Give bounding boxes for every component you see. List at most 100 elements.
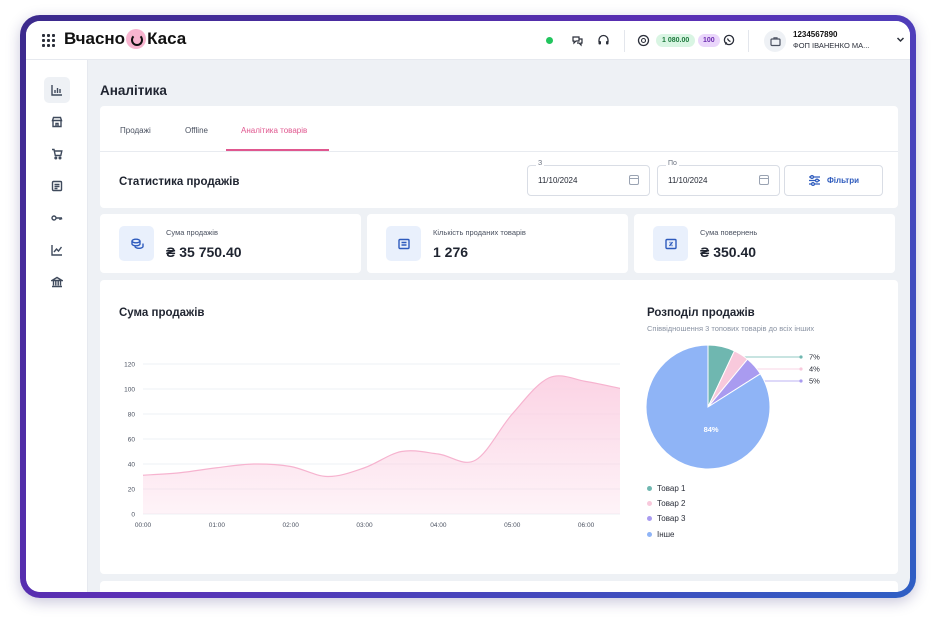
date-from-value: 11/10/2024 — [538, 176, 578, 185]
kpi-value: ₴ 35 750.40 — [166, 244, 242, 260]
app-logo[interactable]: Вчасно Каса — [64, 29, 186, 49]
calendar-icon[interactable] — [759, 175, 769, 185]
top-bar: Вчасно Каса 1 080.00 100 1234567890 ФОП … — [26, 21, 910, 60]
kpi-label: Сума повернень — [700, 228, 758, 237]
tab-offline[interactable]: Offline — [185, 126, 208, 135]
pie-chart-title: Розподіл продажів — [647, 307, 755, 319]
pie-leader-dot — [799, 379, 803, 383]
viber-icon[interactable] — [722, 33, 736, 47]
kpi-value: ₴ 350.40 — [700, 244, 757, 260]
x-tick-label: 04:00 — [430, 522, 447, 529]
sidebar-item-store[interactable] — [44, 109, 70, 135]
cart-icon — [52, 148, 63, 160]
topbar-divider — [624, 30, 625, 52]
kpi-returns-sum: Сума повернень ₴ 350.40 — [634, 214, 895, 273]
store-icon — [51, 116, 63, 128]
account-id[interactable]: 1234567890 — [793, 30, 838, 39]
coins-icon — [119, 226, 154, 261]
tabs-divider — [100, 151, 898, 152]
x-tick-label: 02:00 — [283, 522, 300, 529]
kpi-sales-sum: Сума продажів ₴ 35 750.40 — [100, 214, 361, 273]
sidebar-item-trends[interactable] — [44, 237, 70, 263]
sidebar-item-cart[interactable] — [44, 141, 70, 167]
logo-text-right: Каса — [147, 29, 187, 48]
pie-leader-dot — [799, 367, 803, 371]
y-tick-label: 100 — [124, 387, 135, 394]
legend-swatch — [647, 501, 652, 506]
charts-card: Сума продажів 0 20 40 60 80 100 120 00:00 01:00 0… — [100, 280, 898, 574]
x-tick-label: 05:00 — [504, 522, 521, 529]
y-tick-label: 80 — [128, 412, 136, 419]
x-tick-label: 03:00 — [356, 522, 373, 529]
y-tick-label: 40 — [128, 462, 136, 469]
sidebar-item-keys[interactable] — [44, 205, 70, 231]
support-chat-icon[interactable] — [570, 33, 584, 47]
date-to-label: По — [666, 160, 679, 167]
legend-label: Інше — [657, 530, 675, 539]
balance-badge[interactable]: 1 080.00 — [656, 34, 696, 47]
key-icon — [51, 215, 63, 221]
filters-button[interactable]: Фільтри — [784, 165, 883, 196]
date-to-value: 11/10/2024 — [668, 176, 708, 185]
bank-icon — [51, 276, 63, 288]
y-tick-label: 60 — [128, 437, 136, 444]
x-tick-label: 01:00 — [209, 522, 226, 529]
logo-mark-icon — [126, 29, 147, 49]
analytics-icon — [51, 85, 62, 96]
calendar-icon[interactable] — [629, 175, 639, 185]
app-screen: Вчасно Каса 1 080.00 100 1234567890 ФОП … — [26, 21, 910, 592]
y-tick-label: 120 — [124, 362, 135, 369]
sidebar-item-bank[interactable] — [44, 269, 70, 295]
legend-label: Товар 1 — [657, 484, 686, 493]
filters-card: Продажі Offline Аналітика товарів Статис… — [100, 106, 898, 208]
sales-pie-chart: 7% 4% 5% 84% — [645, 344, 820, 470]
sliders-icon — [808, 175, 820, 186]
pie-data-label: 5% — [809, 377, 820, 386]
briefcase-icon[interactable] — [764, 30, 786, 52]
count-badge[interactable]: 100 — [698, 34, 720, 47]
pie-chart-subtitle: Співвідношення 3 топових товарів до всіх… — [647, 324, 815, 333]
legend-label: Товар 2 — [657, 499, 686, 508]
trend-icon — [51, 245, 63, 256]
kpi-label: Кількість проданих товарів — [433, 228, 526, 237]
topbar-divider — [748, 30, 749, 52]
coin-icon — [636, 33, 650, 47]
kpi-value: 1 276 — [433, 244, 469, 260]
chevron-down-icon[interactable] — [896, 35, 905, 46]
legend-label: Товар 3 — [657, 514, 686, 523]
page-title: Аналітика — [100, 83, 167, 98]
date-from-field[interactable]: З 11/10/2024 — [527, 160, 650, 196]
legend-swatch — [647, 516, 652, 521]
legend-item[interactable]: Товар 2 — [647, 499, 685, 508]
y-tick-label: 20 — [128, 487, 136, 494]
pie-data-label: 7% — [809, 353, 820, 362]
date-from-label: З — [536, 160, 545, 167]
sidebar-item-analytics[interactable] — [44, 77, 70, 103]
date-to-field[interactable]: По 11/10/2024 — [657, 160, 780, 196]
sidebar-item-documents[interactable] — [44, 173, 70, 199]
tab-sales[interactable]: Продажі — [120, 126, 151, 135]
y-tick-label: 0 — [131, 512, 135, 519]
headset-icon[interactable] — [596, 33, 610, 47]
filters-button-label: Фільтри — [826, 176, 860, 185]
logo-text-left: Вчасно — [64, 29, 126, 48]
online-status-icon — [546, 37, 553, 44]
legend-item[interactable]: Інше — [647, 530, 675, 539]
x-tick-label: 06:00 — [578, 522, 595, 529]
kpi-label: Сума продажів — [166, 228, 218, 237]
legend-item[interactable]: Товар 3 — [647, 514, 685, 523]
x-tick-label: 00:00 — [135, 522, 152, 529]
tab-product-analytics[interactable]: Аналітика товарів — [241, 126, 307, 135]
legend-swatch — [647, 486, 652, 491]
bottom-card — [100, 581, 898, 592]
refund-icon — [653, 226, 688, 261]
sales-area-chart: 0 20 40 60 80 100 120 00:00 01:00 02:00 03:00 04:00… — [124, 362, 620, 529]
legend-item[interactable]: Товар 1 — [647, 484, 685, 493]
account-name[interactable]: ФОП ІВАНЕНКО МА... — [793, 41, 869, 50]
pie-data-label: 4% — [809, 365, 820, 374]
receipt-icon — [386, 226, 421, 261]
pie-leader-dot — [799, 355, 803, 359]
kpi-items-sold: Кількість проданих товарів 1 276 — [367, 214, 628, 273]
pie-data-label: 84% — [704, 425, 719, 434]
apps-grid-icon[interactable] — [42, 34, 55, 47]
